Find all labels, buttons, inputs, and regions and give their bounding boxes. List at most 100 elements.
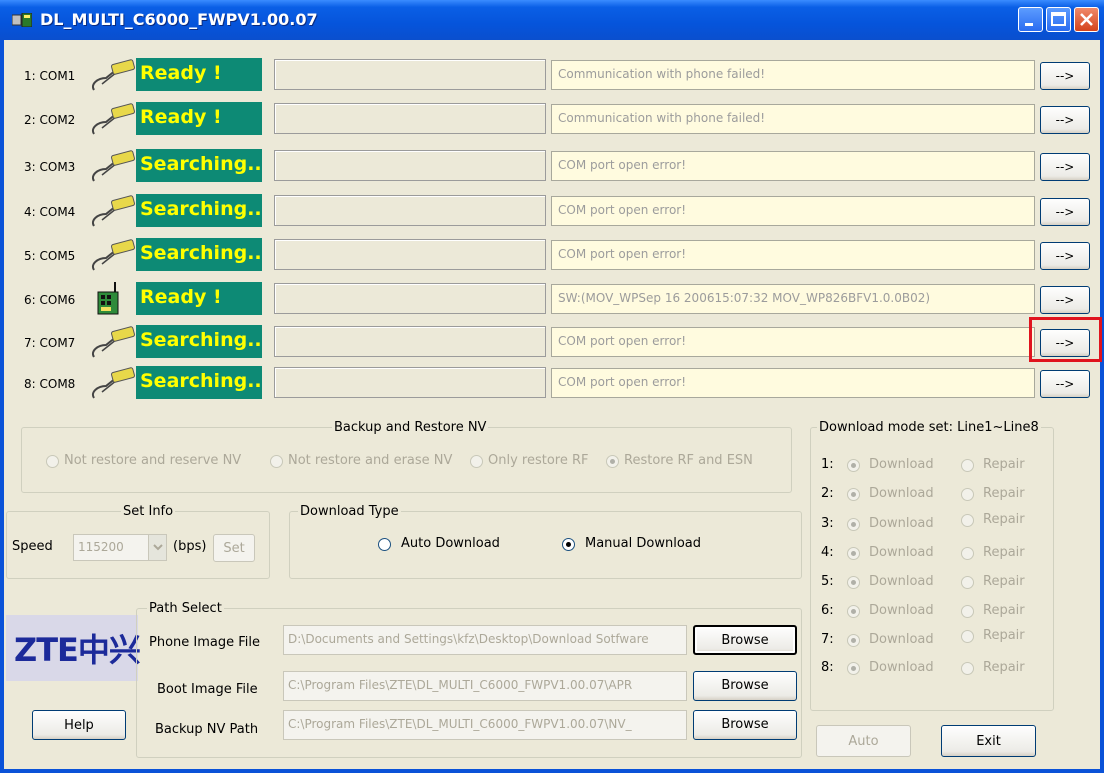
message-field: COM port open error! bbox=[551, 327, 1035, 357]
progress-bar bbox=[274, 103, 546, 134]
cable-icon bbox=[92, 367, 135, 399]
chevron-down-icon[interactable] bbox=[148, 535, 166, 560]
radio-download-line[interactable] bbox=[847, 634, 860, 647]
group-title: Download mode set: Line1~Line8 bbox=[817, 420, 1041, 435]
radio-repair-line[interactable] bbox=[961, 459, 974, 472]
status-indicator: Ready ! bbox=[136, 282, 262, 315]
radio-label: Download bbox=[869, 574, 934, 589]
radio-label: Auto Download bbox=[401, 536, 500, 551]
radio-repair-line[interactable] bbox=[961, 514, 974, 527]
progress-bar bbox=[274, 150, 546, 181]
download-type-group: Download Type Auto Download Manual Downl… bbox=[289, 504, 802, 579]
radio-download-line[interactable] bbox=[847, 576, 860, 589]
backup-nv-label: Backup NV Path bbox=[155, 722, 259, 737]
radio-repair-line[interactable] bbox=[961, 630, 974, 643]
logo-text: ZTE中兴 bbox=[14, 631, 141, 669]
progress-bar bbox=[274, 283, 546, 314]
radio-download-line[interactable] bbox=[847, 605, 860, 618]
port-row: 5: COM5 Searching... COM port open error… bbox=[4, 236, 1100, 272]
radio-label: Repair bbox=[983, 486, 1025, 501]
port-label: 7: COM7 bbox=[24, 336, 76, 350]
line-number: 2: bbox=[821, 486, 834, 501]
radio-download-line[interactable] bbox=[847, 518, 860, 531]
message-field: Communication with phone failed! bbox=[551, 104, 1035, 134]
details-button[interactable]: --> bbox=[1040, 242, 1090, 270]
set-button[interactable]: Set bbox=[213, 534, 255, 562]
help-button[interactable]: Help bbox=[32, 710, 126, 740]
port-row: 8: COM8 Searching... COM port open error… bbox=[4, 364, 1100, 400]
radio-not-restore-reserve[interactable] bbox=[46, 455, 59, 468]
progress-bar bbox=[274, 239, 546, 270]
radio-repair-line[interactable] bbox=[961, 662, 974, 675]
radio-label: Repair bbox=[983, 660, 1025, 675]
maximize-button[interactable] bbox=[1046, 7, 1071, 32]
radio-repair-line[interactable] bbox=[961, 547, 974, 560]
status-indicator: Ready ! bbox=[136, 58, 262, 91]
backup-nv-field[interactable]: C:\Program Files\ZTE\DL_MULTI_C6000_FWPV… bbox=[283, 710, 687, 740]
radio-label: Not restore and erase NV bbox=[288, 453, 453, 468]
line-number: 7: bbox=[821, 632, 834, 647]
radio-auto-download[interactable] bbox=[378, 538, 391, 551]
cable-icon bbox=[92, 150, 135, 182]
browse-nv-button[interactable]: Browse bbox=[693, 710, 797, 740]
radio-label: Repair bbox=[983, 512, 1025, 527]
radio-label: Repair bbox=[983, 545, 1025, 560]
details-button[interactable]: --> bbox=[1040, 286, 1090, 314]
download-mode-group: Download mode set: Line1~Line8 1: Downloa… bbox=[810, 420, 1054, 711]
radio-download-line[interactable] bbox=[847, 488, 860, 501]
progress-bar bbox=[274, 326, 546, 357]
status-indicator: Searching... bbox=[136, 149, 262, 182]
radio-restore-rf-esn[interactable] bbox=[606, 455, 619, 468]
set-info-group: Set Info Speed 115200 (bps) Set bbox=[6, 504, 270, 579]
radio-repair-line[interactable] bbox=[961, 605, 974, 618]
cable-icon bbox=[92, 195, 135, 227]
port-label: 6: COM6 bbox=[24, 293, 76, 307]
path-select-group: Path Select Phone Image File D:\Document… bbox=[136, 601, 802, 758]
progress-bar bbox=[274, 195, 546, 226]
browse-phone-button[interactable]: Browse bbox=[693, 625, 797, 655]
radio-label: Manual Download bbox=[585, 536, 701, 551]
client-area: 1: COM1 Ready ! Communication with phone… bbox=[4, 40, 1102, 769]
radio-label: Download bbox=[869, 603, 934, 618]
speed-select[interactable]: 115200 bbox=[73, 534, 167, 561]
close-button[interactable] bbox=[1074, 7, 1099, 32]
radio-not-restore-erase[interactable] bbox=[270, 455, 283, 468]
minimize-button[interactable] bbox=[1018, 7, 1043, 32]
speed-label: Speed bbox=[12, 539, 53, 554]
phone-image-label: Phone Image File bbox=[149, 635, 261, 650]
radio-label: Restore RF and ESN bbox=[624, 453, 753, 468]
line-number: 5: bbox=[821, 574, 834, 589]
phone-image-field[interactable]: D:\Documents and Settings\kfz\Desktop\Do… bbox=[283, 625, 687, 655]
details-button[interactable]: --> bbox=[1040, 62, 1090, 90]
radio-download-line[interactable] bbox=[847, 662, 860, 675]
radio-label: Download bbox=[869, 457, 934, 472]
app-window: DL_MULTI_C6000_FWPV1.00.07 1: COM1 Ready… bbox=[0, 0, 1104, 773]
group-title: Download Type bbox=[298, 504, 401, 519]
radio-download-line[interactable] bbox=[847, 459, 860, 472]
details-button[interactable]: --> bbox=[1040, 370, 1090, 398]
status-indicator: Searching... bbox=[136, 238, 262, 271]
boot-image-field[interactable]: C:\Program Files\ZTE\DL_MULTI_C6000_FWPV… bbox=[283, 671, 687, 701]
message-field: SW:(MOV_WPSep 16 200615:07:32 MOV_WP826B… bbox=[551, 284, 1035, 314]
port-label: 4: COM4 bbox=[24, 205, 76, 219]
radio-only-restore-rf[interactable] bbox=[470, 455, 483, 468]
unit-label: (bps) bbox=[173, 539, 207, 554]
auto-button[interactable]: Auto bbox=[816, 725, 911, 757]
radio-repair-line[interactable] bbox=[961, 488, 974, 501]
title-bar[interactable]: DL_MULTI_C6000_FWPV1.00.07 bbox=[0, 0, 1104, 40]
browse-boot-button[interactable]: Browse bbox=[693, 671, 797, 701]
port-row: 6: COM6 Ready ! SW:(MOV_WPSep 16 200615:… bbox=[4, 280, 1100, 316]
radio-download-line[interactable] bbox=[847, 547, 860, 560]
exit-button[interactable]: Exit bbox=[941, 725, 1036, 757]
boot-image-label: Boot Image File bbox=[157, 682, 258, 697]
radio-manual-download[interactable] bbox=[562, 538, 575, 551]
details-button[interactable]: --> bbox=[1040, 153, 1090, 181]
port-row: 3: COM3 Searching... COM port open error… bbox=[4, 147, 1100, 183]
details-button[interactable]: --> bbox=[1040, 106, 1090, 134]
radio-repair-line[interactable] bbox=[961, 576, 974, 589]
app-icon bbox=[12, 13, 32, 27]
details-button[interactable]: --> bbox=[1040, 198, 1090, 226]
radio-label: Repair bbox=[983, 574, 1025, 589]
port-label: 1: COM1 bbox=[24, 69, 76, 83]
line-number: 3: bbox=[821, 516, 834, 531]
